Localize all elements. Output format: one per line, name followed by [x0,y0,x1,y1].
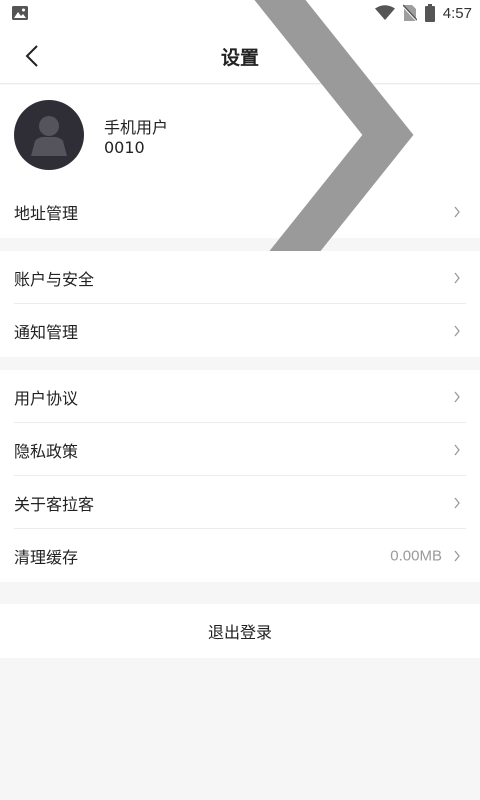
chevron-right-icon [454,444,460,455]
settings-item-privacy-policy[interactable]: 隐私政策 [0,423,480,476]
avatar [14,100,84,170]
settings-item-address[interactable]: 地址管理 [0,185,480,238]
settings-item-label: 通知管理 [14,322,79,342]
chevron-right-icon [454,206,460,217]
settings-item-label: 地址管理 [14,203,79,223]
profile-row[interactable]: 手机用户0010 [0,0,480,301]
cache-size-value: 0.00MB [390,547,442,564]
chevron-right-icon [454,325,460,336]
settings-item-label: 账户与安全 [14,269,95,289]
settings-item-user-agreement[interactable]: 用户协议 [0,370,480,423]
chevron-right-icon [454,497,460,508]
logout-label: 退出登录 [207,623,272,642]
settings-item-label: 隐私政策 [14,441,79,461]
settings-item-about[interactable]: 关于客拉客 [0,476,480,529]
image-notification-icon [12,6,28,20]
about-section: 用户协议 隐私政策 关于客拉客 清理缓存 0.00MB [0,370,480,582]
profile-name: 手机用户0010 [104,117,169,157]
chevron-right-icon [454,272,460,283]
settings-item-clear-cache[interactable]: 清理缓存 0.00MB [0,529,480,582]
settings-item-label: 用户协议 [14,388,79,408]
profile-section: 手机用户0010 地址管理 [0,0,480,301]
settings-item-notifications[interactable]: 通知管理 [0,304,480,357]
chevron-right-icon [454,550,460,561]
logout-button[interactable]: 退出登录 [0,604,480,658]
chevron-right-icon [454,391,460,402]
settings-item-account-security[interactable]: 账户与安全 [0,251,480,304]
account-section: 账户与安全 通知管理 [0,251,480,357]
settings-item-label: 关于客拉客 [14,494,95,514]
user-avatar-icon [31,116,67,156]
settings-item-label: 清理缓存 [14,547,79,567]
